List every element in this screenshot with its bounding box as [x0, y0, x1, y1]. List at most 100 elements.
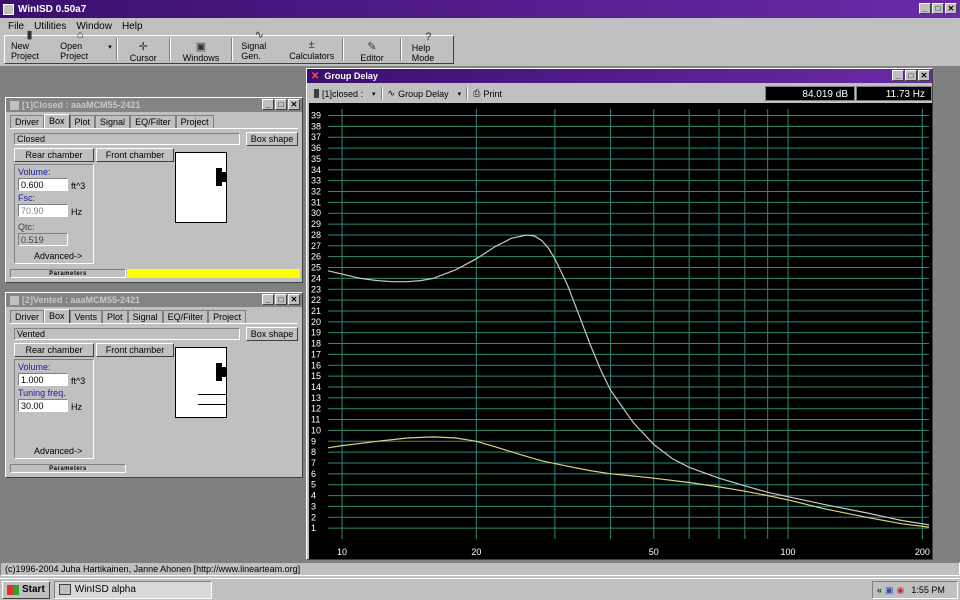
parameters-tab[interactable]: Parameters [10, 269, 126, 278]
box-shape-button[interactable]: Box shape [246, 327, 298, 341]
close-button[interactable]: ✕ [288, 294, 300, 305]
y-tick-label: 13 [311, 393, 321, 403]
tuning-freq-label: Tuning freq. [18, 388, 66, 398]
print-label: Print [483, 88, 502, 99]
tuning-freq-unit: Hz [71, 402, 82, 412]
taskbar: Start WinISD alpha « ▣ ◉ 1:55 PM [0, 578, 960, 600]
group-delay-title-bar[interactable]: ✕ Group Delay _ □ ✕ [307, 69, 932, 83]
tab-eq-filter[interactable]: EQ/Filter [130, 115, 176, 129]
front-chamber-button[interactable]: Front chamber [96, 148, 174, 162]
open-project-button[interactable]: ⌂ Open Project [54, 29, 106, 63]
close-button[interactable]: ✕ [288, 99, 300, 110]
port-tube-icon [198, 394, 226, 395]
volume-field[interactable]: 1.000 [18, 373, 68, 386]
y-tick-label: 16 [311, 360, 321, 370]
taskbar-item-label: WinISD alpha [74, 584, 136, 595]
tab-driver[interactable]: Driver [10, 115, 44, 129]
parameters-indicator [127, 269, 300, 278]
maximize-button[interactable]: □ [905, 70, 917, 81]
closed-window-title-bar[interactable]: [1]Closed : aaaMCM55-2421 _ □ ✕ [6, 98, 302, 112]
y-tick-label: 5 [311, 480, 316, 490]
tab-plot[interactable]: Plot [102, 310, 128, 324]
sine-wave-icon: ∿ [387, 88, 396, 98]
start-label: Start [22, 584, 45, 595]
advanced-link[interactable]: Advanced-> [34, 251, 82, 261]
tab-driver[interactable]: Driver [10, 310, 44, 324]
fsc-label: Fsc: [18, 193, 35, 203]
minimize-button[interactable]: _ [262, 294, 274, 305]
y-tick-label: 6 [311, 469, 316, 479]
parameters-tab[interactable]: Parameters [10, 464, 126, 473]
tab-signal[interactable]: Signal [127, 310, 163, 324]
port-tube-icon [198, 404, 226, 405]
maximize-button[interactable]: □ [275, 99, 287, 110]
y-tick-label: 23 [311, 284, 321, 294]
network-icon[interactable]: ▣ [885, 585, 894, 596]
fsc-unit: Hz [71, 207, 82, 217]
print-button[interactable]: ⎙ Print [468, 86, 507, 101]
project-select[interactable]: [1]closed : ▾ [309, 86, 381, 101]
tuning-freq-field[interactable]: 30.00 [18, 399, 68, 412]
volume-field[interactable]: 0.600 [18, 178, 68, 191]
minimize-button[interactable]: _ [262, 99, 274, 110]
plot-type-label: Group Delay [398, 88, 449, 99]
close-button[interactable]: ✕ [918, 70, 930, 81]
tab-project[interactable]: Project [208, 310, 247, 324]
rear-chamber-button[interactable]: Rear chamber [14, 148, 94, 162]
y-tick-label: 28 [311, 230, 321, 240]
y-tick-label: 32 [311, 187, 321, 197]
calculators-label: Calculators [289, 51, 335, 61]
menu-help[interactable]: Help [122, 21, 143, 32]
editor-button[interactable]: ✎ Editor [346, 36, 398, 63]
new-project-icon: ▮ [26, 29, 33, 41]
menu-bar: File Utilities Window Help [0, 18, 960, 34]
taskbar-item-winisd[interactable]: WinISD alpha [53, 580, 212, 599]
tab-project[interactable]: Project [175, 115, 214, 129]
tab-vents[interactable]: Vents [69, 310, 103, 324]
signal-gen-label: Signal Gen. [241, 41, 267, 61]
close-button[interactable]: ✕ [945, 3, 957, 14]
sine-wave-icon: ∿ [254, 29, 264, 41]
rear-chamber-button[interactable]: Rear chamber [14, 343, 94, 357]
menu-utilities[interactable]: Utilities [34, 21, 66, 32]
cursor-label: Cursor [129, 53, 157, 63]
signal-gen-button[interactable]: ∿ Signal Gen. [235, 29, 283, 63]
system-tray: « ▣ ◉ 1:55 PM [872, 581, 958, 599]
y-tick-label: 9 [311, 436, 316, 446]
volume-unit: ft^3 [71, 376, 86, 386]
front-chamber-button[interactable]: Front chamber [96, 343, 174, 357]
vented-window-title-bar[interactable]: [2]Vented : aaaMCM55-2421 _ □ ✕ [6, 293, 302, 307]
minimize-button[interactable]: _ [892, 70, 904, 81]
app-title: WinISD 0.50a7 [18, 3, 87, 15]
tab-plot[interactable]: Plot [69, 115, 96, 129]
volume-icon[interactable]: ◉ [897, 585, 905, 596]
calculators-button[interactable]: ± Calculators [283, 36, 340, 63]
cursor-button[interactable]: ✛ Cursor [120, 36, 167, 63]
tab-box[interactable]: Box [44, 309, 70, 324]
menu-file[interactable]: File [8, 21, 24, 32]
y-tick-label: 14 [311, 382, 321, 392]
start-button[interactable]: Start [2, 580, 50, 599]
editor-label: Editor [360, 53, 384, 63]
status-bar: (c)1996-2004 Juha Hartikainen, Janne Aho… [0, 562, 960, 576]
tab-box[interactable]: Box [44, 114, 70, 129]
group-delay-toolbar: [1]closed : ▾ ∿ Group Delay ▾ ⎙ Print 84… [309, 85, 932, 102]
plot-type-select[interactable]: ∿ Group Delay ▾ [383, 86, 467, 101]
chevron-left-icon[interactable]: « [877, 585, 882, 595]
box-shape-button[interactable]: Box shape [246, 132, 298, 146]
new-project-button[interactable]: ▮ New Project [5, 29, 54, 63]
help-mode-button[interactable]: ? Help Mode [404, 31, 453, 63]
minimize-button[interactable]: _ [919, 3, 931, 14]
tab-eq-filter[interactable]: EQ/Filter [162, 310, 209, 324]
y-tick-label: 35 [311, 154, 321, 164]
chevron-down-icon: ▾ [457, 90, 462, 98]
maximize-button[interactable]: □ [275, 294, 287, 305]
plot-canvas[interactable]: 1234567891011121314151617181920212223242… [309, 103, 932, 559]
y-tick-label: 20 [311, 317, 321, 327]
windows-button[interactable]: ▣ Windows [173, 36, 230, 63]
advanced-link[interactable]: Advanced-> [34, 446, 82, 456]
group-delay-plot[interactable]: 1 2 3 4 5 6 7 8 9 10 11 12 13 14 15 16 17 18 19 20 21 22 23 24 2… [309, 103, 932, 559]
open-project-dropdown[interactable]: ▾ [106, 36, 114, 63]
tab-signal[interactable]: Signal [95, 115, 131, 129]
maximize-button[interactable]: □ [932, 3, 944, 14]
